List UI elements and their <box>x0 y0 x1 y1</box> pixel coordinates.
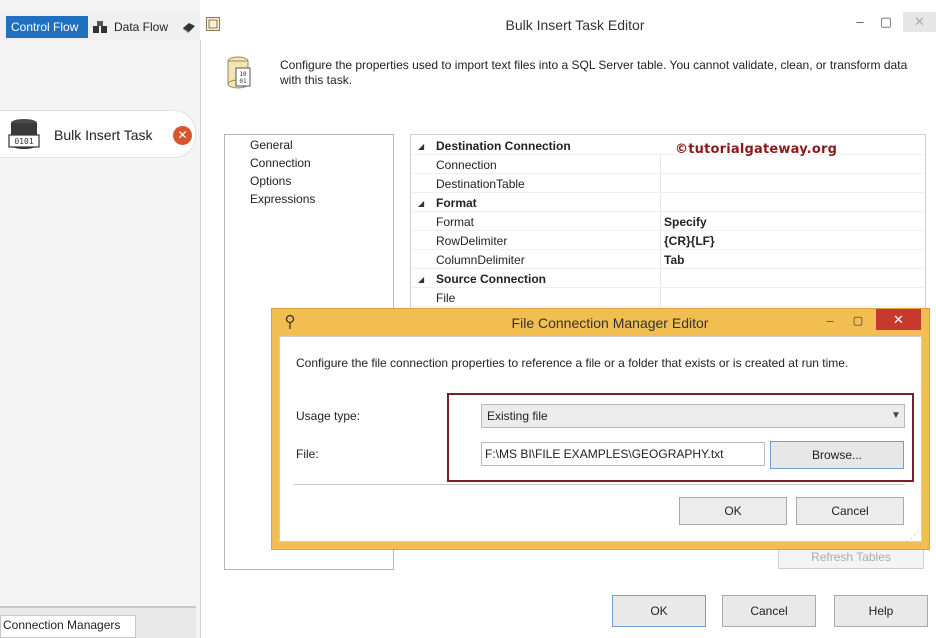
category-source-connection: Source Connection <box>436 272 547 286</box>
dialog-maximize-button[interactable]: ▢ <box>846 312 870 330</box>
editor-title: Bulk Insert Task Editor <box>505 17 645 33</box>
help-button[interactable]: Help <box>834 595 928 627</box>
property-value[interactable]: Specify <box>664 215 707 229</box>
connection-plug-icon <box>284 314 296 330</box>
dialog-ok-button[interactable]: OK <box>679 497 787 525</box>
dialog-description: Configure the file connection properties… <box>296 356 849 370</box>
browse-button[interactable]: Browse... <box>770 441 904 469</box>
file-path-input[interactable]: F:\MS BI\FILE EXAMPLES\GEOGRAPHY.txt <box>481 442 765 466</box>
bulk-insert-header-icon: 10 01 <box>226 56 254 90</box>
nav-item-general[interactable]: General <box>250 138 293 152</box>
package-designer-surface <box>0 0 200 638</box>
property-name: Connection <box>436 158 497 172</box>
event-handlers-icon[interactable] <box>181 20 197 34</box>
editor-close-button[interactable]: ✕ <box>903 12 936 32</box>
editor-minimize-button[interactable]: – <box>848 12 872 32</box>
dialog-minimize-button[interactable]: – <box>818 312 842 330</box>
property-value[interactable]: Tab <box>664 253 684 267</box>
chevron-down-icon[interactable]: ▼ <box>888 405 904 427</box>
file-label: File: <box>296 447 319 461</box>
property-name: DestinationTable <box>436 177 525 191</box>
editor-app-icon <box>206 17 220 31</box>
property-name: ColumnDelimiter <box>436 253 525 267</box>
collapse-arrow-icon[interactable]: ◢ <box>418 275 424 284</box>
tab-data-flow[interactable]: Data Flow <box>114 16 168 38</box>
nav-item-expressions[interactable]: Expressions <box>250 192 315 206</box>
editor-maximize-button[interactable]: ▢ <box>874 12 898 32</box>
nav-item-options[interactable]: Options <box>250 174 291 188</box>
tab-connection-managers[interactable]: Connection Managers <box>0 615 136 638</box>
cancel-button[interactable]: Cancel <box>722 595 816 627</box>
svg-text:01: 01 <box>239 78 247 85</box>
tab-control-flow[interactable]: Control Flow <box>6 16 88 38</box>
ok-button[interactable]: OK <box>612 595 706 627</box>
property-category-row[interactable] <box>411 193 925 212</box>
editor-description: Configure the properties used to import … <box>280 58 908 87</box>
property-name: Format <box>436 215 475 229</box>
svg-text:10: 10 <box>239 71 247 78</box>
category-destination-connection: Destination Connection <box>436 139 571 153</box>
task-label: Bulk Insert Task <box>54 127 153 143</box>
svg-text:0101: 0101 <box>14 137 33 146</box>
property-name: RowDelimiter <box>436 234 508 248</box>
property-name: File <box>436 291 456 305</box>
resize-grip-icon[interactable]: ⋰ <box>910 530 919 541</box>
dialog-close-button[interactable]: ✕ <box>876 309 921 330</box>
collapse-arrow-icon[interactable]: ◢ <box>418 199 424 208</box>
bulk-insert-task-icon: 0101 <box>8 118 40 152</box>
dialog-separator <box>294 484 905 485</box>
watermark-text: ©tutorialgateway.org <box>675 142 838 157</box>
dialog-title: File Connection Manager Editor <box>511 315 709 331</box>
property-value[interactable]: {CR}{LF} <box>664 234 715 248</box>
dialog-cancel-button[interactable]: Cancel <box>796 497 904 525</box>
collapse-arrow-icon[interactable]: ◢ <box>418 142 424 151</box>
nav-item-connection[interactable]: Connection <box>250 156 311 170</box>
data-flow-icon <box>92 20 108 34</box>
usage-type-label: Usage type: <box>296 409 361 423</box>
property-row[interactable] <box>411 288 925 307</box>
usage-type-select[interactable]: Existing file <box>481 404 905 428</box>
error-icon[interactable]: ✕ <box>173 126 192 145</box>
category-format: Format <box>436 196 477 210</box>
